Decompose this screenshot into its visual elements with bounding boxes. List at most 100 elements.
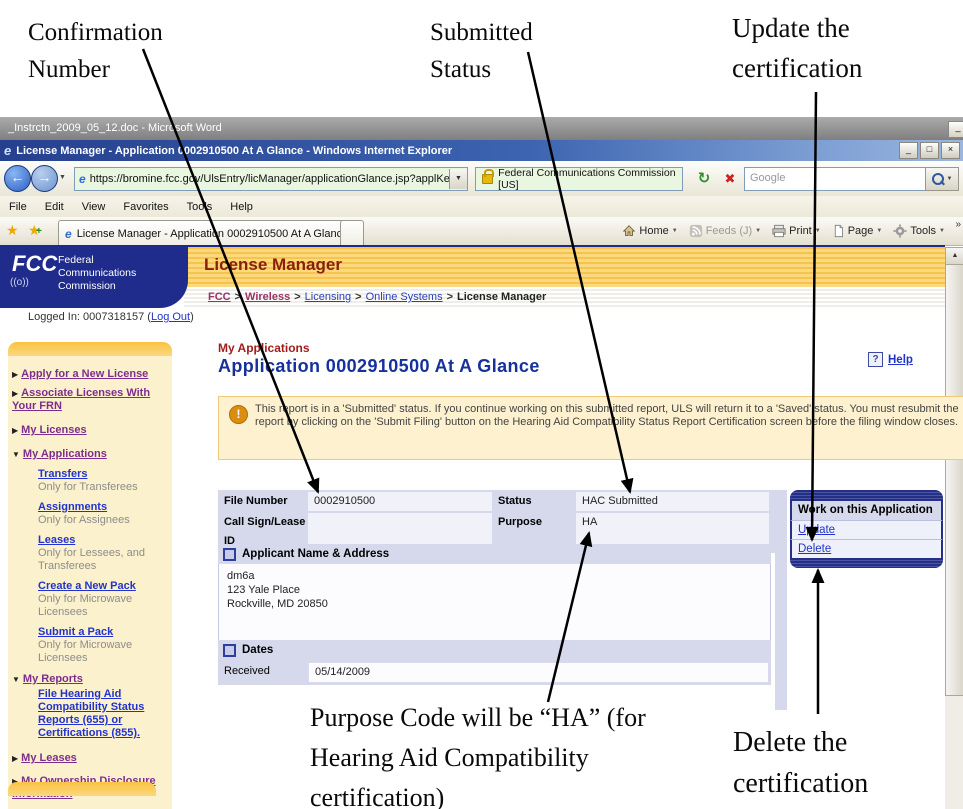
home-button[interactable]: Home ▼ [618,224,681,238]
annotation-submitted-status: Submitted Status [430,19,533,83]
sidebar-item-leases[interactable]: Leases Only for Lessees, and Transferees [38,534,168,573]
menu-help[interactable]: Help [221,201,262,213]
address-dropdown-button[interactable]: ▼ [449,169,467,189]
warning-banner: ! This report is in a 'Submitted' status… [218,396,963,460]
ie-window-title: License Manager - Application 0002910500… [16,144,453,157]
warning-text: This report is in a 'Submitted' status. … [255,403,959,428]
triangle-right-icon: ▶ [12,754,19,763]
update-row[interactable]: Update [790,520,943,539]
applicant-street: 123 Yale Place [227,584,300,596]
history-dropdown[interactable]: ▼ [59,174,66,181]
url-text: https://bromine.fcc.gov/UlsEntry/licMana… [89,173,449,185]
sidebar-item-associate-licenses[interactable]: ▶ Associate Licenses With Your FRN [12,387,168,413]
security-badge[interactable]: Federal Communications Commission [US] [475,167,683,191]
sidebar-note: Only for Microwave Licensees [38,593,133,618]
menu-view[interactable]: View [73,201,115,213]
menu-favorites[interactable]: Favorites [114,201,177,213]
sidebar-item-my-reports[interactable]: ▼ My Reports [12,673,168,686]
file-number-value: 0002910500 [308,492,492,511]
delete-row[interactable]: Delete [790,539,943,558]
tools-button[interactable]: Tools ▼ [889,224,949,238]
new-tab-stub[interactable] [340,220,364,246]
content-right-strip [775,490,787,710]
refresh-icon: ↻ [697,170,711,187]
search-input[interactable]: Google [744,167,931,191]
annotation-purpose-code: Purpose Code will be “HA” (for Hearing A… [310,703,646,809]
search-icon [931,173,944,185]
add-favorite-icon[interactable]: ★ + [28,222,42,239]
breadcrumb-online-systems[interactable]: Online Systems [366,291,443,303]
chevron-down-icon: ▼ [455,175,462,182]
section-square-icon [223,643,236,657]
sidebar-item-create-pack[interactable]: Create a New Pack Only for Microwave Lic… [38,580,168,619]
menu-file[interactable]: File [0,201,36,213]
maximize-button[interactable]: □ [920,142,939,159]
help[interactable]: ? Help [868,352,913,367]
search-placeholder: Google [750,172,786,184]
stop-button[interactable]: ✖ [719,168,741,190]
command-bar: Home ▼ Feeds (J) ▼ Print ▼ Page ▼ Tools ▼ [618,217,949,245]
work-box-bottom-cap [790,558,943,568]
sidebar-item-transfers[interactable]: Transfers Only for Transferees [38,468,168,494]
vertical-scrollbar[interactable]: ▲ [945,247,963,809]
scrollbar-thumb[interactable] [945,264,963,696]
chevron-down-icon: ▼ [755,228,762,234]
page-button[interactable]: Page ▼ [828,224,887,238]
help-link[interactable]: Help [888,354,913,366]
sidebar-item-submit-pack[interactable]: Submit a Pack Only for Microwave License… [38,626,168,665]
dates-row: Received 05/14/2009 [218,660,771,685]
chevron-down-icon: ▼ [946,176,953,182]
minimize-button[interactable]: _ [899,142,918,159]
section-label: My Applications [218,341,310,355]
window-controls: _ □ × [899,142,963,159]
ie-titlebar[interactable]: e License Manager - Application 00029105… [0,140,963,161]
breadcrumb-wireless[interactable]: Wireless [245,291,290,303]
feeds-button[interactable]: Feeds (J) ▼ [685,224,765,238]
tab-bar: ★ ★ + e License Manager - Application 000… [0,217,963,246]
address-bar[interactable]: e https://bromine.fcc.gov/UlsEntry/licMa… [74,167,468,191]
sidebar-item-my-leases[interactable]: ▶ My Leases [12,752,168,765]
favorites-star-icon[interactable]: ★ [6,222,19,239]
sidebar-note: Only for Assignees [38,514,130,526]
update-link[interactable]: Update [798,524,835,536]
page-title: Application 0002910500 At A Glance [218,356,540,376]
sidebar-item-apply-new-license[interactable]: ▶ Apply for a New License [12,368,168,381]
search-button[interactable]: ▼ [925,167,959,191]
page-favicon-icon: e [79,172,86,186]
tab-license-manager[interactable]: e License Manager - Application 00029105… [58,220,350,246]
menu-edit[interactable]: Edit [36,201,73,213]
chevron-down-icon: ▼ [876,228,883,234]
toolbar-overflow-button[interactable]: » [955,219,961,230]
breadcrumb-licensing[interactable]: Licensing [305,291,351,303]
sidebar-item-my-applications[interactable]: ▼ My Applications [12,448,168,461]
word-minimize-button[interactable]: _ [948,121,963,138]
close-icon: × [947,144,954,154]
work-on-application-box: Work on this Application Update Delete [790,490,943,568]
close-button[interactable]: × [941,142,960,159]
triangle-right-icon: ▶ [12,426,19,435]
help-icon: ? [868,352,883,367]
back-button[interactable]: ← [4,165,31,192]
file-number-label: File Number [220,492,306,511]
dates-section: Dates Received 05/14/2009 [218,640,771,685]
delete-link[interactable]: Delete [798,543,831,555]
applicant-header-label: Applicant Name & Address [242,548,390,560]
sidebar-note: Only for Lessees, and Transferees [38,547,146,572]
logout-link[interactable]: Log Out [151,311,190,323]
word-titlebar[interactable]: _Instrctn_2009_05_12.doc - Microsoft Wor… [0,117,963,140]
dates-section-header: Dates [218,640,771,660]
menu-tools[interactable]: Tools [178,201,222,213]
print-button[interactable]: Print ▼ [768,224,825,238]
refresh-button[interactable]: ↻ [692,168,716,190]
sidebar-item-file-hac-reports[interactable]: File Hearing Aid Compatibility Status Re… [38,688,168,740]
sidebar-item-assignments[interactable]: Assignments Only for Assignees [38,501,168,527]
sidebar-section-2-cap [8,782,156,796]
fcc-logo-name: Federal Communications Commission [58,254,137,292]
sidebar-body: ▶ Apply for a New License ▶ Associate Lice… [8,356,172,809]
breadcrumb-fcc[interactable]: FCC [208,291,231,303]
sidebar-item-my-licenses[interactable]: ▶ My Licenses [12,424,168,437]
status-value: HAC Submitted [576,492,769,511]
forward-button[interactable]: → [31,165,58,192]
sidebar-note: Only for Transferees [38,481,138,493]
applicant-name: dm6a [227,570,255,582]
